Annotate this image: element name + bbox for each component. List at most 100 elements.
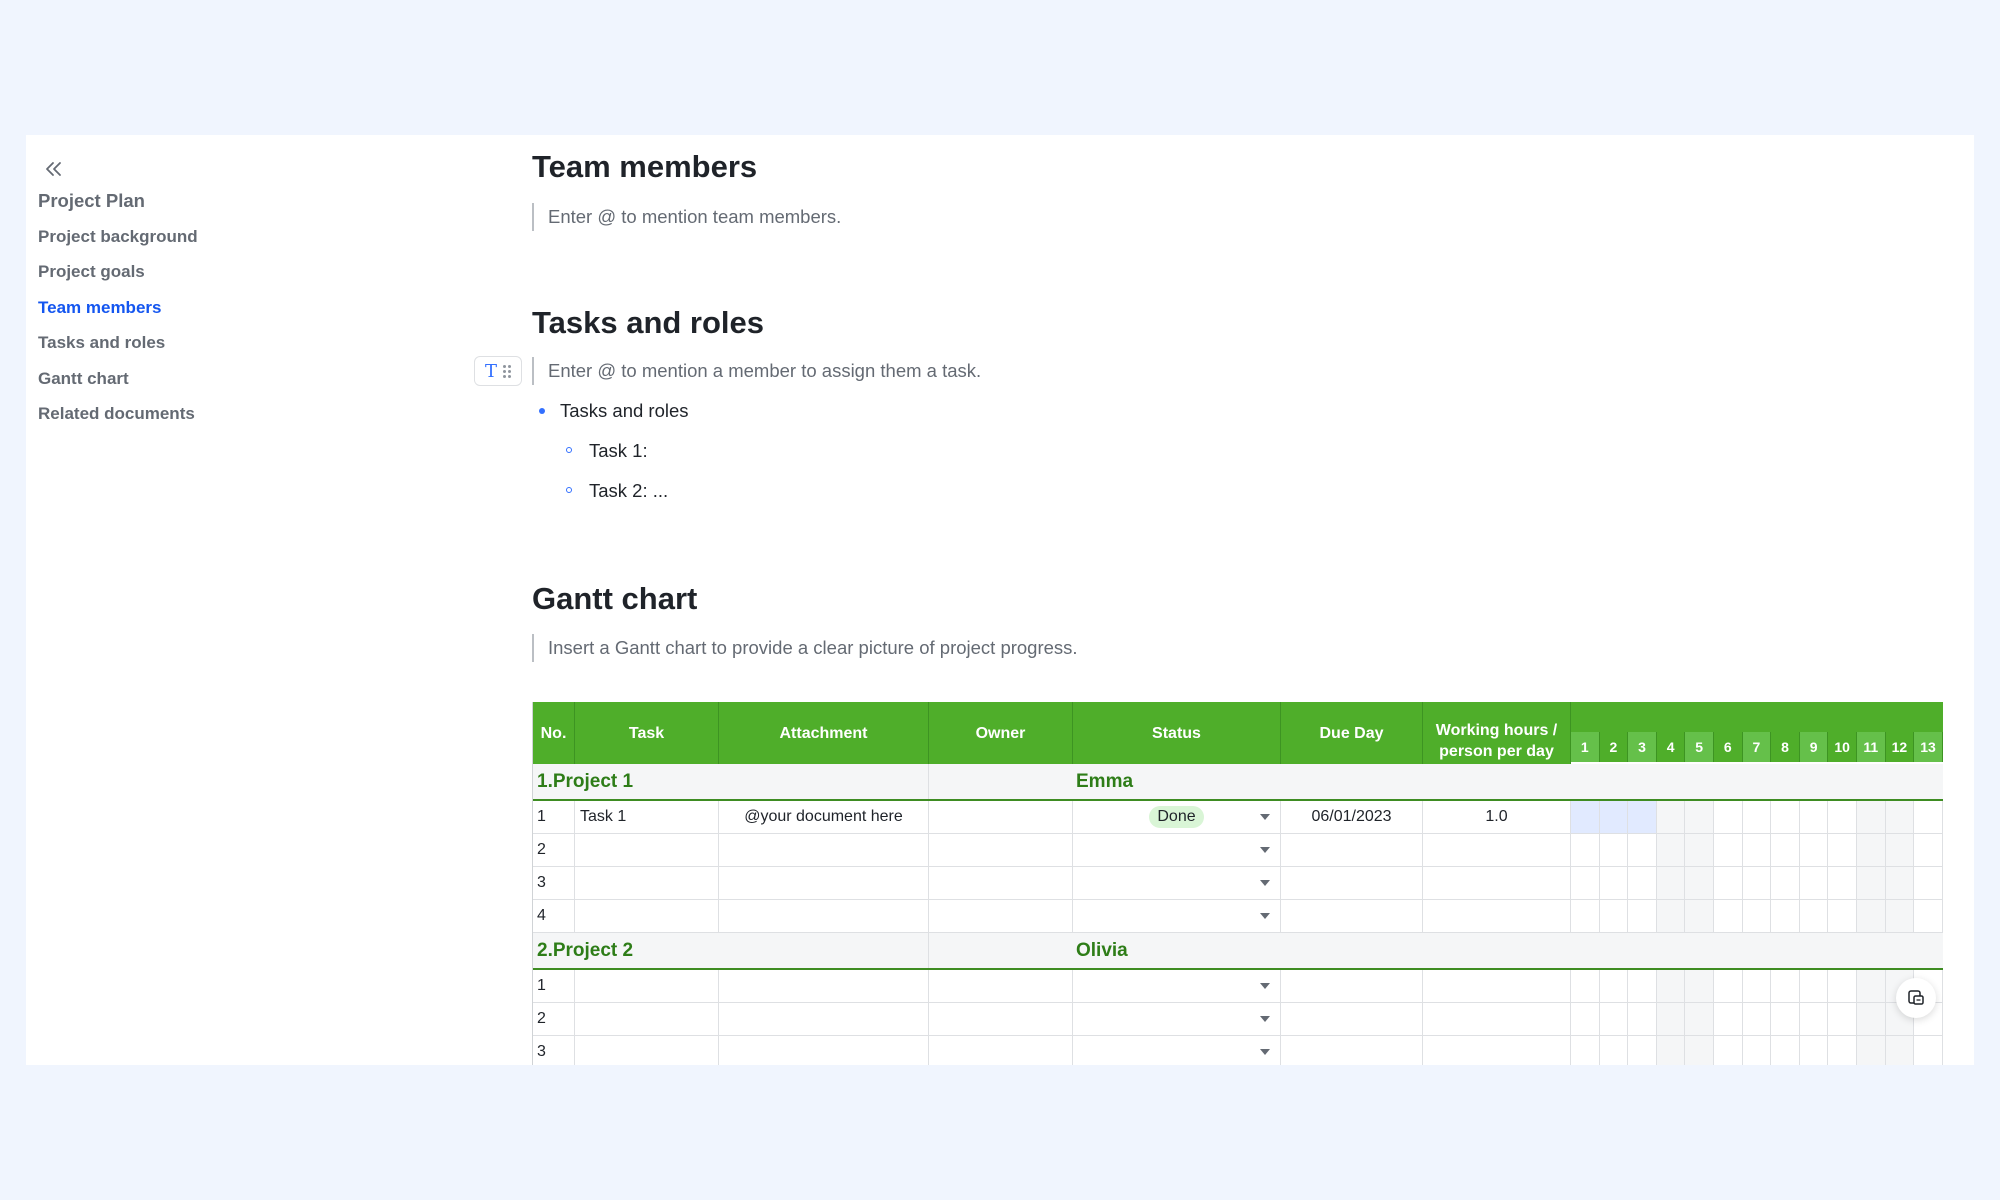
day-header[interactable]: 12: [1885, 732, 1915, 762]
gantt-day-cell[interactable]: [1885, 801, 1915, 833]
gantt-day-cell[interactable]: [1714, 867, 1743, 899]
gantt-day-cell[interactable]: [1828, 834, 1857, 866]
cell-no[interactable]: 2: [533, 1003, 575, 1035]
gantt-day-cell[interactable]: [1685, 970, 1714, 1002]
cell-owner[interactable]: [929, 900, 1073, 932]
team-members-placeholder[interactable]: Enter @ to mention team members.: [532, 203, 841, 231]
gantt-day-cell[interactable]: [1685, 1003, 1714, 1035]
gantt-bar-cell[interactable]: [1628, 801, 1657, 833]
cell-status[interactable]: [1073, 834, 1281, 866]
cell-status[interactable]: [1073, 900, 1281, 932]
day-header[interactable]: 9: [1799, 732, 1829, 762]
cell-attachment[interactable]: [719, 834, 929, 866]
cell-working-hours[interactable]: [1423, 900, 1571, 932]
day-header[interactable]: 3: [1628, 732, 1657, 762]
gantt-bar-cell[interactable]: [1599, 801, 1629, 833]
day-header[interactable]: 7: [1742, 732, 1772, 762]
gantt-day-cell[interactable]: [1800, 900, 1829, 932]
cell-task[interactable]: [575, 867, 719, 899]
cell-working-hours[interactable]: [1423, 1036, 1571, 1065]
gantt-day-cell[interactable]: [1685, 867, 1714, 899]
cell-status[interactable]: [1073, 970, 1281, 1002]
gantt-day-cell[interactable]: [1743, 900, 1772, 932]
cell-attachment[interactable]: [719, 970, 929, 1002]
cell-task[interactable]: [575, 1036, 719, 1065]
cell-working-hours[interactable]: 1.0: [1423, 801, 1571, 833]
gantt-day-cell[interactable]: [1914, 1036, 1943, 1065]
cell-task[interactable]: [575, 970, 719, 1002]
cell-task[interactable]: Task 1: [575, 801, 719, 833]
gantt-day-cell[interactable]: [1571, 1003, 1600, 1035]
cell-working-hours[interactable]: [1423, 867, 1571, 899]
cell-owner[interactable]: [929, 801, 1073, 833]
gantt-day-cell[interactable]: [1714, 1036, 1743, 1065]
gantt-day-cell[interactable]: [1656, 1003, 1686, 1035]
gantt-day-cell[interactable]: [1914, 867, 1943, 899]
gantt-day-cell[interactable]: [1743, 834, 1772, 866]
day-header[interactable]: 4: [1656, 732, 1686, 762]
cell-attachment[interactable]: @your document here: [719, 801, 929, 833]
header-attachment[interactable]: Attachment: [719, 702, 929, 764]
cell-no[interactable]: 3: [533, 867, 575, 899]
outline-item-project-background[interactable]: Project background: [38, 219, 398, 255]
cell-attachment[interactable]: [719, 1003, 929, 1035]
gantt-bar-cell[interactable]: [1571, 801, 1600, 833]
header-owner[interactable]: Owner: [929, 702, 1073, 764]
outline-item-tasks-and-roles[interactable]: Tasks and roles: [38, 325, 398, 361]
cell-task[interactable]: [575, 1003, 719, 1035]
gantt-day-cell[interactable]: [1571, 900, 1600, 932]
header-task[interactable]: Task: [575, 702, 719, 764]
cell-attachment[interactable]: [719, 1036, 929, 1065]
gantt-day-cell[interactable]: [1771, 834, 1800, 866]
cell-no[interactable]: 1: [533, 801, 575, 833]
gantt-day-cell[interactable]: [1800, 801, 1829, 833]
gantt-day-cell[interactable]: [1743, 867, 1772, 899]
dropdown-caret-icon[interactable]: [1260, 983, 1270, 989]
gantt-placeholder[interactable]: Insert a Gantt chart to provide a clear …: [532, 634, 1078, 662]
dropdown-caret-icon[interactable]: [1260, 1016, 1270, 1022]
gantt-day-cell[interactable]: [1714, 834, 1743, 866]
gantt-day-cell[interactable]: [1828, 867, 1857, 899]
gantt-day-cell[interactable]: [1857, 834, 1886, 866]
table-row[interactable]: 3: [533, 867, 1943, 900]
gantt-day-cell[interactable]: [1600, 970, 1629, 1002]
cell-due-day[interactable]: [1281, 970, 1423, 1002]
gantt-day-cell[interactable]: [1800, 970, 1829, 1002]
gantt-day-cell[interactable]: [1656, 867, 1686, 899]
gantt-day-cell[interactable]: [1800, 1003, 1829, 1035]
cell-task[interactable]: [575, 900, 719, 932]
group-row[interactable]: 1.Project 1 Emma: [533, 764, 1943, 801]
gantt-day-cell[interactable]: [1885, 834, 1915, 866]
dropdown-caret-icon[interactable]: [1260, 847, 1270, 853]
cell-no[interactable]: 3: [533, 1036, 575, 1065]
cell-working-hours[interactable]: [1423, 834, 1571, 866]
gantt-day-cell[interactable]: [1628, 1003, 1657, 1035]
gantt-day-cell[interactable]: [1628, 970, 1657, 1002]
gantt-day-cell[interactable]: [1800, 867, 1829, 899]
gantt-day-cell[interactable]: [1571, 1036, 1600, 1065]
day-header[interactable]: 8: [1771, 732, 1800, 762]
cell-due-day[interactable]: 06/01/2023: [1281, 801, 1423, 833]
gantt-day-cell[interactable]: [1914, 900, 1943, 932]
gantt-day-cell[interactable]: [1656, 834, 1686, 866]
gantt-day-cell[interactable]: [1656, 1036, 1686, 1065]
cell-due-day[interactable]: [1281, 867, 1423, 899]
cell-due-day[interactable]: [1281, 1003, 1423, 1035]
gantt-day-cell[interactable]: [1885, 867, 1915, 899]
dropdown-caret-icon[interactable]: [1260, 913, 1270, 919]
cell-status[interactable]: [1073, 1036, 1281, 1065]
gantt-day-cell[interactable]: [1714, 970, 1743, 1002]
gantt-day-cell[interactable]: [1857, 1003, 1886, 1035]
cell-attachment[interactable]: [719, 867, 929, 899]
gantt-day-cell[interactable]: [1714, 801, 1743, 833]
gantt-day-cell[interactable]: [1571, 834, 1600, 866]
gantt-day-cell[interactable]: [1656, 970, 1686, 1002]
gantt-day-cell[interactable]: [1685, 1036, 1714, 1065]
cell-due-day[interactable]: [1281, 834, 1423, 866]
gantt-day-cell[interactable]: [1628, 900, 1657, 932]
drag-handle-icon[interactable]: [503, 364, 511, 378]
gantt-day-cell[interactable]: [1771, 1036, 1800, 1065]
collapse-outline-button[interactable]: [40, 155, 68, 183]
gantt-day-cell[interactable]: [1828, 900, 1857, 932]
gantt-day-cell[interactable]: [1600, 900, 1629, 932]
